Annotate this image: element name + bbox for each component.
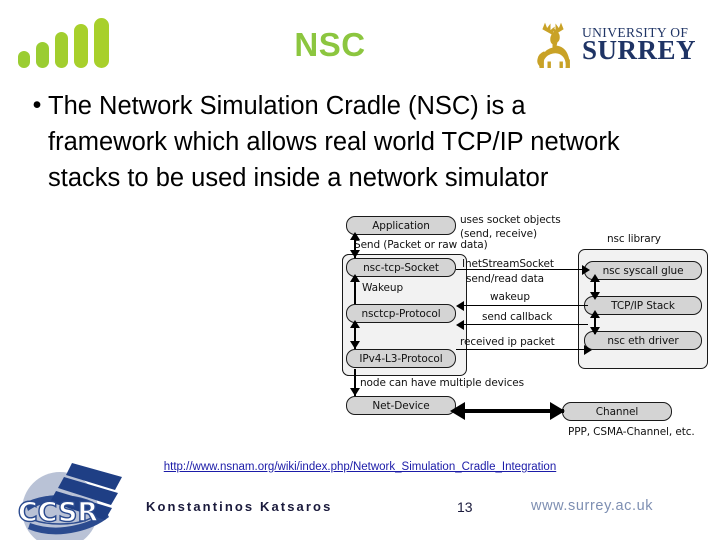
university-wordmark: UNIVERSITY OF SURREY	[582, 26, 696, 65]
node-channel[interactable]: Channel	[562, 402, 672, 421]
arrowhead-down-tcpip-stack	[590, 292, 600, 300]
arrowhead-down-ipv4	[350, 341, 360, 349]
label-send-packet: Send (Packet or raw data)	[354, 239, 488, 251]
node-nsc-eth-driver[interactable]: nsc eth driver	[584, 331, 702, 350]
footer-website[interactable]: www.surrey.ac.uk	[531, 498, 653, 514]
node-application[interactable]: Application	[346, 216, 456, 235]
label-received-ip-packet: received ip packet	[460, 336, 555, 348]
label-wakeup-left: Wakeup	[362, 282, 404, 294]
arrowhead-down-socket	[350, 250, 360, 258]
bullet-marker: •	[32, 91, 42, 119]
university-logo: UNIVERSITY OF SURREY	[533, 20, 705, 70]
footer-author: Konstantinos Katsaros	[146, 499, 333, 514]
arrowhead-up-tcpip-stack	[590, 310, 600, 318]
arrowhead-right-syscall-glue	[582, 265, 590, 275]
node-tcpip-stack[interactable]: TCP/IP Stack	[584, 296, 702, 315]
signal-bars-logo	[16, 18, 120, 70]
node-nsc-syscall-glue[interactable]: nsc syscall glue	[584, 261, 702, 280]
arrowhead-left-wakeup	[456, 301, 464, 311]
label-nsc-library: nsc library	[607, 233, 661, 245]
page-title: NSC	[294, 26, 366, 63]
connector-received-ip-packet	[456, 349, 588, 350]
label-channel-types: PPP, CSMA-Channel, etc.	[568, 426, 695, 438]
svg-text:CCSR: CCSR	[18, 497, 99, 528]
label-send-callback: send callback	[482, 311, 553, 323]
node-net-device[interactable]: Net-Device	[346, 396, 456, 415]
arrowhead-up-application	[350, 232, 360, 240]
label-wakeup-right: wakeup	[490, 291, 530, 303]
connector-netdevice-channel	[460, 409, 564, 413]
node-ipv4-l3-protocol[interactable]: IPv4-L3-Protocol	[346, 349, 456, 368]
arrowhead-right-eth-driver	[584, 345, 592, 355]
arrowhead-right-channel	[550, 402, 565, 420]
list-item: • The Network Simulation Cradle (NSC) is…	[26, 88, 686, 196]
arrowhead-down-netdevice	[350, 388, 360, 396]
connector-wakeup	[460, 305, 588, 306]
label-uses-socket-objects: uses socket objects	[460, 214, 561, 226]
node-nsc-tcp-socket[interactable]: nsc-tcp-Socket	[346, 258, 456, 277]
arrowhead-down-eth-driver	[590, 327, 600, 335]
label-node-multiple-devices: node can have multiple devices	[360, 377, 525, 389]
arrowhead-left-netdevice	[450, 402, 465, 420]
connector-inet-stream-socket	[456, 269, 586, 270]
node-nsctcp-protocol[interactable]: nsctcp-Protocol	[346, 304, 456, 323]
content-bullet-list: • The Network Simulation Cradle (NSC) is…	[26, 88, 686, 196]
bullet-text: The Network Simulation Cradle (NSC) is a…	[48, 92, 620, 192]
arrowhead-up-syscall-glue	[590, 274, 600, 282]
arrowhead-up-wakeup	[350, 274, 360, 282]
label-send-read-data: send/read data	[466, 273, 545, 285]
arrowhead-up-protocol	[350, 320, 360, 328]
nsc-architecture-diagram: Application nsc-tcp-Socket nsctcp-Protoc…	[332, 206, 710, 438]
connector-send-callback	[460, 324, 588, 325]
university-line2: SURREY	[582, 35, 697, 66]
stag-crest-icon	[533, 22, 577, 69]
footer-page-number: 13	[457, 499, 473, 515]
slide-canvas: NSC UNIVERSITY OF SURREY • The Network S…	[0, 0, 720, 540]
ccsr-globe-logo: CCSR	[12, 455, 140, 540]
arrowhead-left-send-callback	[456, 320, 464, 330]
